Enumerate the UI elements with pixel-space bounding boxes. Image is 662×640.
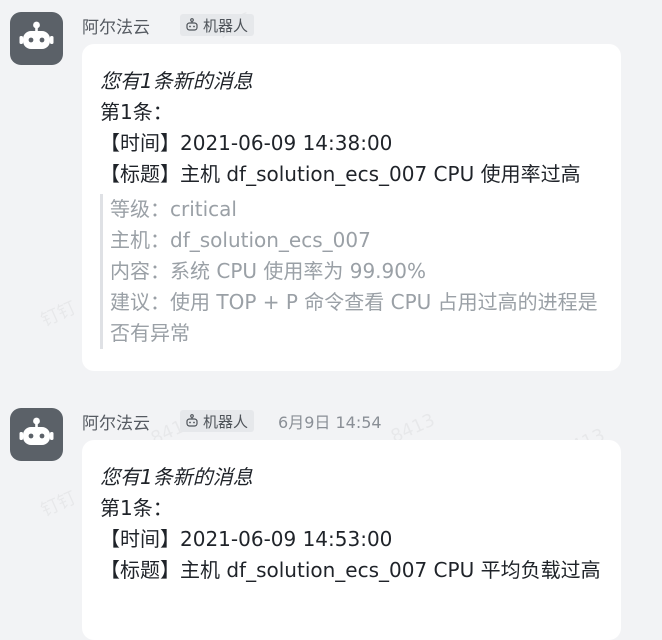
message-subject-line: 【标题】主机 df_solution_ecs_007 CPU 使用率过高: [100, 162, 581, 186]
robot-badge-label: 机器人: [203, 16, 249, 35]
message-subject-line: 【标题】主机 df_solution_ecs_007 CPU 平均负载过高: [100, 558, 601, 582]
robot-badge: 机器人: [180, 410, 255, 432]
message-bubble[interactable]: 您有1条新的消息 第1条： 【时间】2021-06-09 14:53:00 【标…: [82, 440, 621, 640]
sender-name[interactable]: 阿尔法云: [82, 13, 150, 38]
sender-row: 阿尔法云 机器人 6月9日 14:54: [82, 409, 382, 434]
watermark-text: 钉钉: [36, 484, 79, 522]
sender-name[interactable]: 阿尔法云: [82, 409, 150, 434]
robot-avatar-icon[interactable]: [10, 408, 63, 461]
message-quote-block: 等级：critical 主机：df_solution_ecs_007 内容：系统…: [100, 194, 603, 349]
message-count-line: 第1条：: [100, 496, 173, 520]
message-bubble[interactable]: 您有1条新的消息 第1条： 【时间】2021-06-09 14:38:00 【标…: [82, 44, 621, 371]
message-count-line: 第1条：: [100, 100, 173, 124]
message-title: 您有1条新的消息: [100, 465, 253, 489]
quote-line-host: 主机：df_solution_ecs_007: [110, 228, 371, 252]
message-time-line: 【时间】2021-06-09 14:38:00: [100, 131, 393, 155]
message-title: 您有1条新的消息: [100, 69, 253, 93]
quote-line-suggestion: 建议：使用 TOP + P 命令查看 CPU 占用过高的进程是否有异常: [110, 290, 598, 345]
watermark-text: 钉钉: [36, 294, 79, 332]
quote-line-level: 等级：critical: [110, 197, 237, 221]
robot-badge: 机器人: [180, 14, 255, 36]
robot-icon: [185, 18, 199, 32]
quote-line-content: 内容：系统 CPU 使用率为 99.90%: [110, 259, 426, 283]
robot-icon: [185, 414, 199, 428]
robot-badge-label: 机器人: [203, 412, 249, 431]
message-time-line: 【时间】2021-06-09 14:53:00: [100, 527, 393, 551]
robot-avatar-icon[interactable]: [10, 12, 63, 65]
sender-row: 阿尔法云 机器人: [82, 13, 255, 38]
message-timestamp: 6月9日 14:54: [278, 413, 382, 432]
